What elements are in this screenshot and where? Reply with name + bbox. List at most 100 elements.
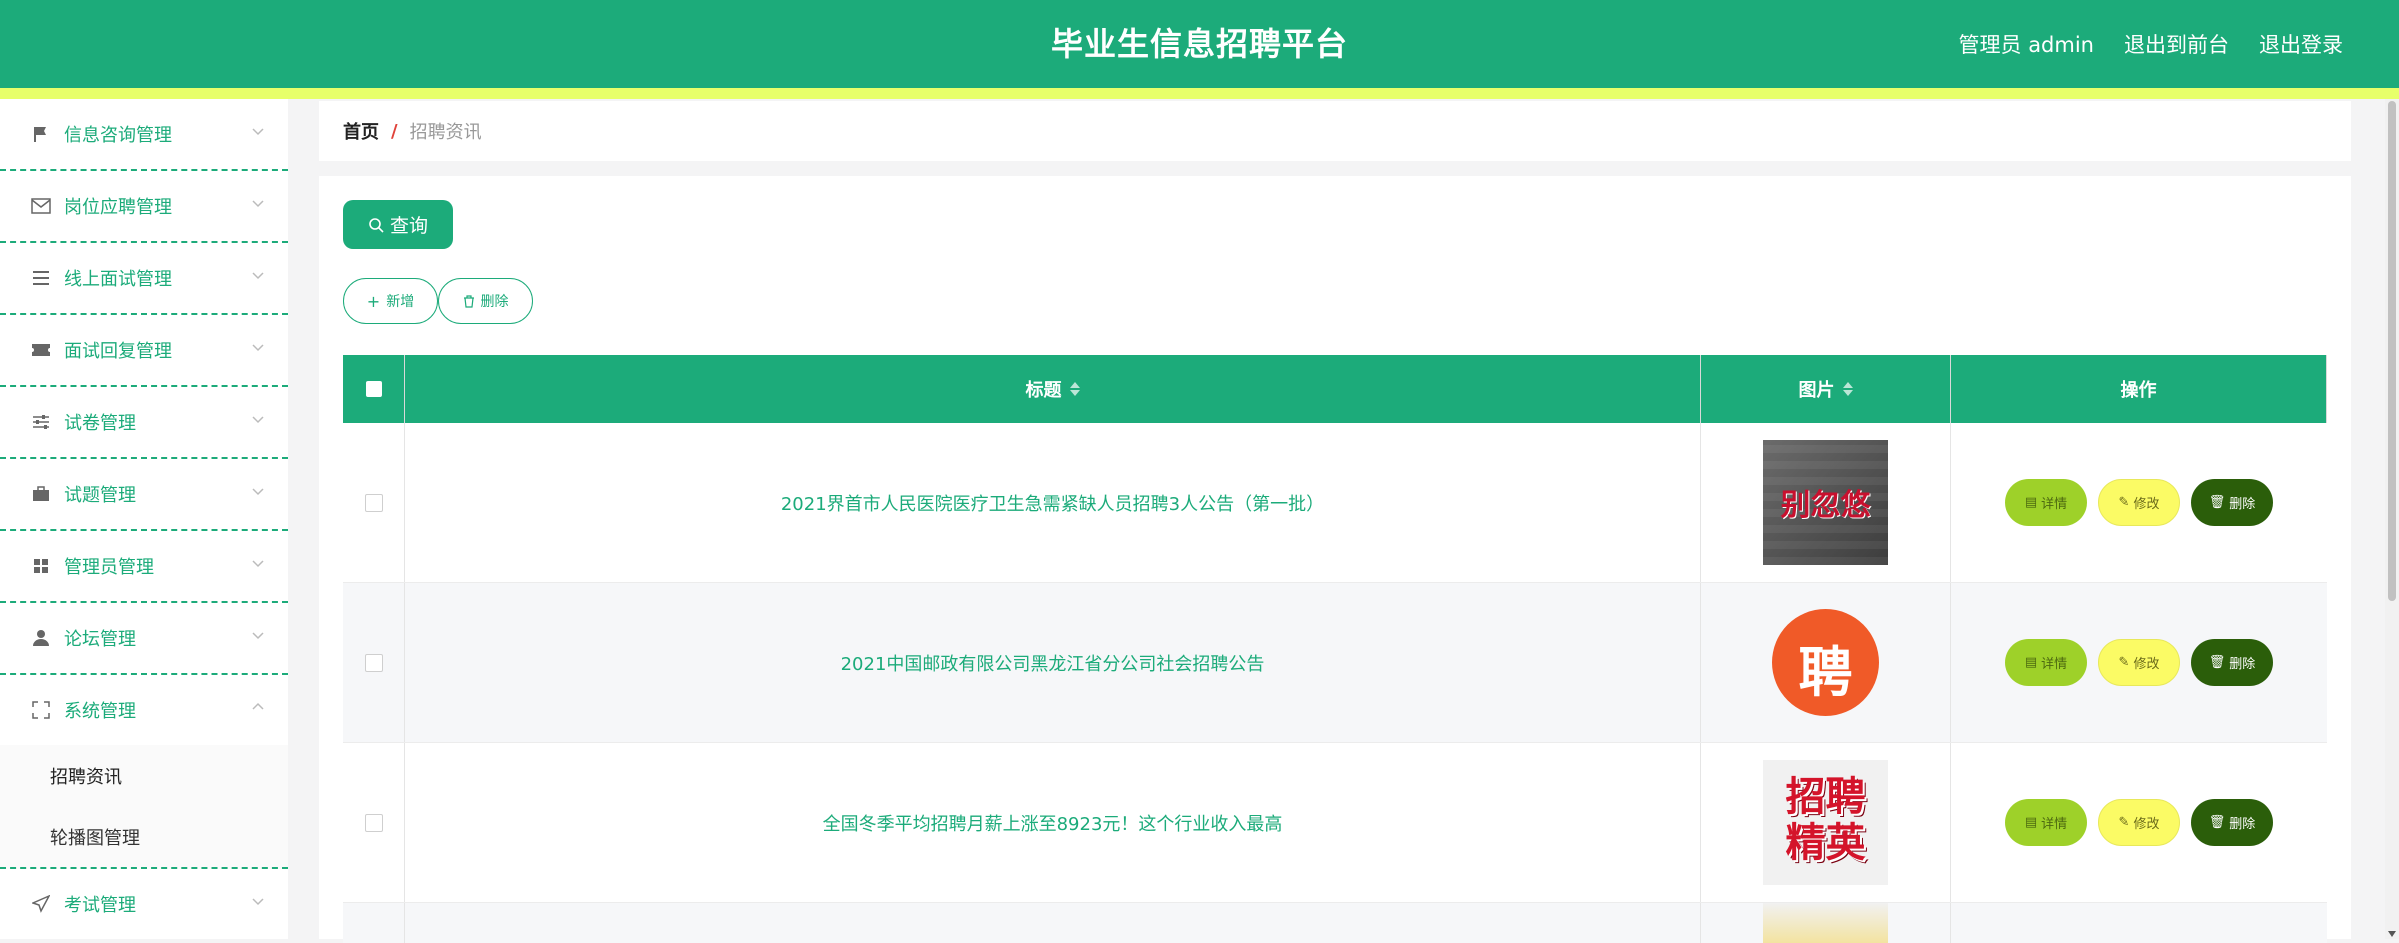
header-title-label: 标题	[1025, 380, 1062, 401]
row-title[interactable]: 2021界首市人民医院医疗卫生急需紧缺人员招聘3人公告（第一批）	[781, 490, 1324, 516]
header-title[interactable]: 标题	[405, 355, 1701, 423]
header-accent-stripe	[0, 88, 2399, 99]
chevron-down-icon	[252, 272, 264, 280]
main-content: 查询 + 新增 删除 标题 图片 操作 2021界首市人民医院医疗卫生急需紧缺人…	[319, 176, 2351, 943]
query-button[interactable]: 查询	[343, 200, 453, 249]
query-label: 查询	[389, 215, 428, 237]
trash-icon: 🗑	[2208, 815, 2226, 830]
thumbnail-text: 别忽悠	[1780, 488, 1871, 523]
chevron-down-icon	[252, 632, 264, 640]
row-checkbox[interactable]	[364, 813, 383, 832]
detail-button[interactable]: ▤ 详情	[2005, 479, 2087, 526]
breadcrumb-home[interactable]: 首页	[343, 118, 379, 144]
breadcrumb: 首页 / 招聘资讯	[319, 101, 2351, 161]
delete-row-button[interactable]: 🗑 删除	[2191, 799, 2273, 846]
sliders-icon	[30, 411, 52, 433]
table-row-partial	[343, 903, 2327, 943]
news-thumbnail: 招聘精英	[1763, 760, 1888, 885]
logout-link[interactable]: 退出登录	[2259, 29, 2343, 59]
top-actions: 管理员 admin 退出到前台 退出登录	[1959, 0, 2343, 88]
submenu-item-recruit-news[interactable]: 招聘资讯	[0, 745, 288, 806]
news-table: 标题 图片 操作 2021界首市人民医院医疗卫生急需紧缺人员招聘3人公告（第一批…	[343, 355, 2327, 943]
scroll-down-arrow-icon[interactable]	[2388, 931, 2396, 937]
edit-button[interactable]: ✎ 修改	[2098, 799, 2180, 846]
sidebar-item-job-apply[interactable]: 岗位应聘管理	[0, 171, 288, 243]
chevron-down-icon	[252, 128, 264, 136]
sort-icon[interactable]	[1069, 382, 1080, 396]
send-icon	[30, 893, 52, 915]
table-row: 2021中国邮政有限公司黑龙江省分公司社会招聘公告 聘 ▤ 详情 ✎ 修改 🗑 删除	[343, 583, 2327, 743]
sidebar-item-label: 管理员管理	[64, 557, 154, 578]
sidebar-item-label: 系统管理	[64, 701, 136, 722]
submenu-item-carousel[interactable]: 轮播图管理	[0, 806, 288, 869]
doc-icon: ▤	[2024, 495, 2038, 510]
sidebar-item-label: 试题管理	[64, 485, 136, 506]
top-header: 毕业生信息招聘平台 管理员 admin 退出到前台 退出登录	[0, 0, 2399, 88]
pencil-icon: ✎	[2118, 655, 2130, 670]
sidebar: 信息咨询管理 岗位应聘管理 线上面试管理 面试回复管理 试卷管理 试题管理 管理…	[0, 99, 288, 939]
ticket-icon	[30, 339, 52, 361]
table-header: 标题 图片 操作	[343, 355, 2327, 423]
detail-button[interactable]: ▤ 详情	[2005, 799, 2087, 846]
plus-icon: +	[366, 291, 381, 311]
page-scrollbar[interactable]	[2385, 99, 2399, 939]
sidebar-item-paper[interactable]: 试卷管理	[0, 387, 288, 459]
thumbnail-text: 招聘精英	[1785, 774, 1866, 866]
sidebar-item-label: 考试管理	[64, 895, 136, 916]
delete-row-button[interactable]: 🗑 删除	[2191, 639, 2273, 686]
trash-icon: 🗑	[2208, 495, 2226, 510]
edit-button[interactable]: ✎ 修改	[2098, 639, 2180, 686]
fullscreen-icon	[30, 699, 52, 721]
row-checkbox[interactable]	[364, 493, 383, 512]
list-icon	[30, 267, 52, 289]
sidebar-item-forum[interactable]: 论坛管理	[0, 603, 288, 675]
sidebar-item-info-consult[interactable]: 信息咨询管理	[0, 99, 288, 171]
briefcase-icon	[30, 483, 52, 505]
sidebar-item-label: 岗位应聘管理	[64, 197, 172, 218]
sort-icon[interactable]	[1842, 382, 1853, 396]
sidebar-item-label: 论坛管理	[64, 629, 136, 650]
chevron-down-icon	[252, 898, 264, 906]
sidebar-item-online-interview[interactable]: 线上面试管理	[0, 243, 288, 315]
news-thumbnail: 别忽悠	[1763, 440, 1888, 565]
sidebar-item-exam[interactable]: 考试管理	[0, 869, 288, 939]
admin-user-label[interactable]: 管理员 admin	[1959, 29, 2094, 59]
sidebar-item-label: 信息咨询管理	[64, 125, 172, 146]
row-title[interactable]: 全国冬季平均招聘月薪上涨至8923元！这个行业收入最高	[823, 810, 1283, 836]
doc-icon: ▤	[2024, 655, 2038, 670]
header-image[interactable]: 图片	[1701, 355, 1951, 423]
header-ops: 操作	[1951, 355, 2327, 423]
sidebar-item-admin[interactable]: 管理员管理	[0, 531, 288, 603]
row-checkbox[interactable]	[364, 653, 383, 672]
table-row: 全国冬季平均招聘月薪上涨至8923元！这个行业收入最高 招聘精英 ▤ 详情 ✎ 修改…	[343, 743, 2327, 903]
edit-button[interactable]: ✎ 修改	[2098, 479, 2180, 526]
delete-row-button[interactable]: 🗑 删除	[2191, 479, 2273, 526]
sidebar-item-system[interactable]: 系统管理	[0, 675, 288, 745]
user-icon	[30, 627, 52, 649]
delete-button[interactable]: 删除	[438, 278, 533, 324]
sidebar-item-question[interactable]: 试题管理	[0, 459, 288, 531]
sidebar-item-label: 试卷管理	[64, 413, 136, 434]
mail-icon	[30, 195, 52, 217]
chevron-down-icon	[252, 488, 264, 496]
detail-button[interactable]: ▤ 详情	[2005, 639, 2087, 686]
breadcrumb-separator: /	[391, 120, 398, 142]
chevron-down-icon	[252, 344, 264, 352]
trash-icon: 🗑	[2208, 655, 2226, 670]
sidebar-item-interview-reply[interactable]: 面试回复管理	[0, 315, 288, 387]
header-checkbox-cell	[343, 355, 405, 423]
header-image-label: 图片	[1798, 380, 1835, 401]
doc-icon: ▤	[2024, 815, 2038, 830]
table-row: 2021界首市人民医院医疗卫生急需紧缺人员招聘3人公告（第一批） 别忽悠 ▤ 详情…	[343, 423, 2327, 583]
exit-to-front-link[interactable]: 退出到前台	[2124, 29, 2229, 59]
pencil-icon: ✎	[2118, 815, 2130, 830]
add-button[interactable]: + 新增	[343, 278, 438, 324]
add-label: 新增	[386, 294, 415, 310]
flag-icon	[30, 123, 52, 145]
grid-icon	[30, 555, 52, 577]
select-all-checkbox[interactable]	[365, 381, 382, 397]
row-title[interactable]: 2021中国邮政有限公司黑龙江省分公司社会招聘公告	[841, 650, 1265, 676]
scrollbar-thumb[interactable]	[2388, 101, 2396, 601]
news-thumbnail: 聘	[1763, 600, 1888, 725]
search-icon	[369, 217, 384, 233]
